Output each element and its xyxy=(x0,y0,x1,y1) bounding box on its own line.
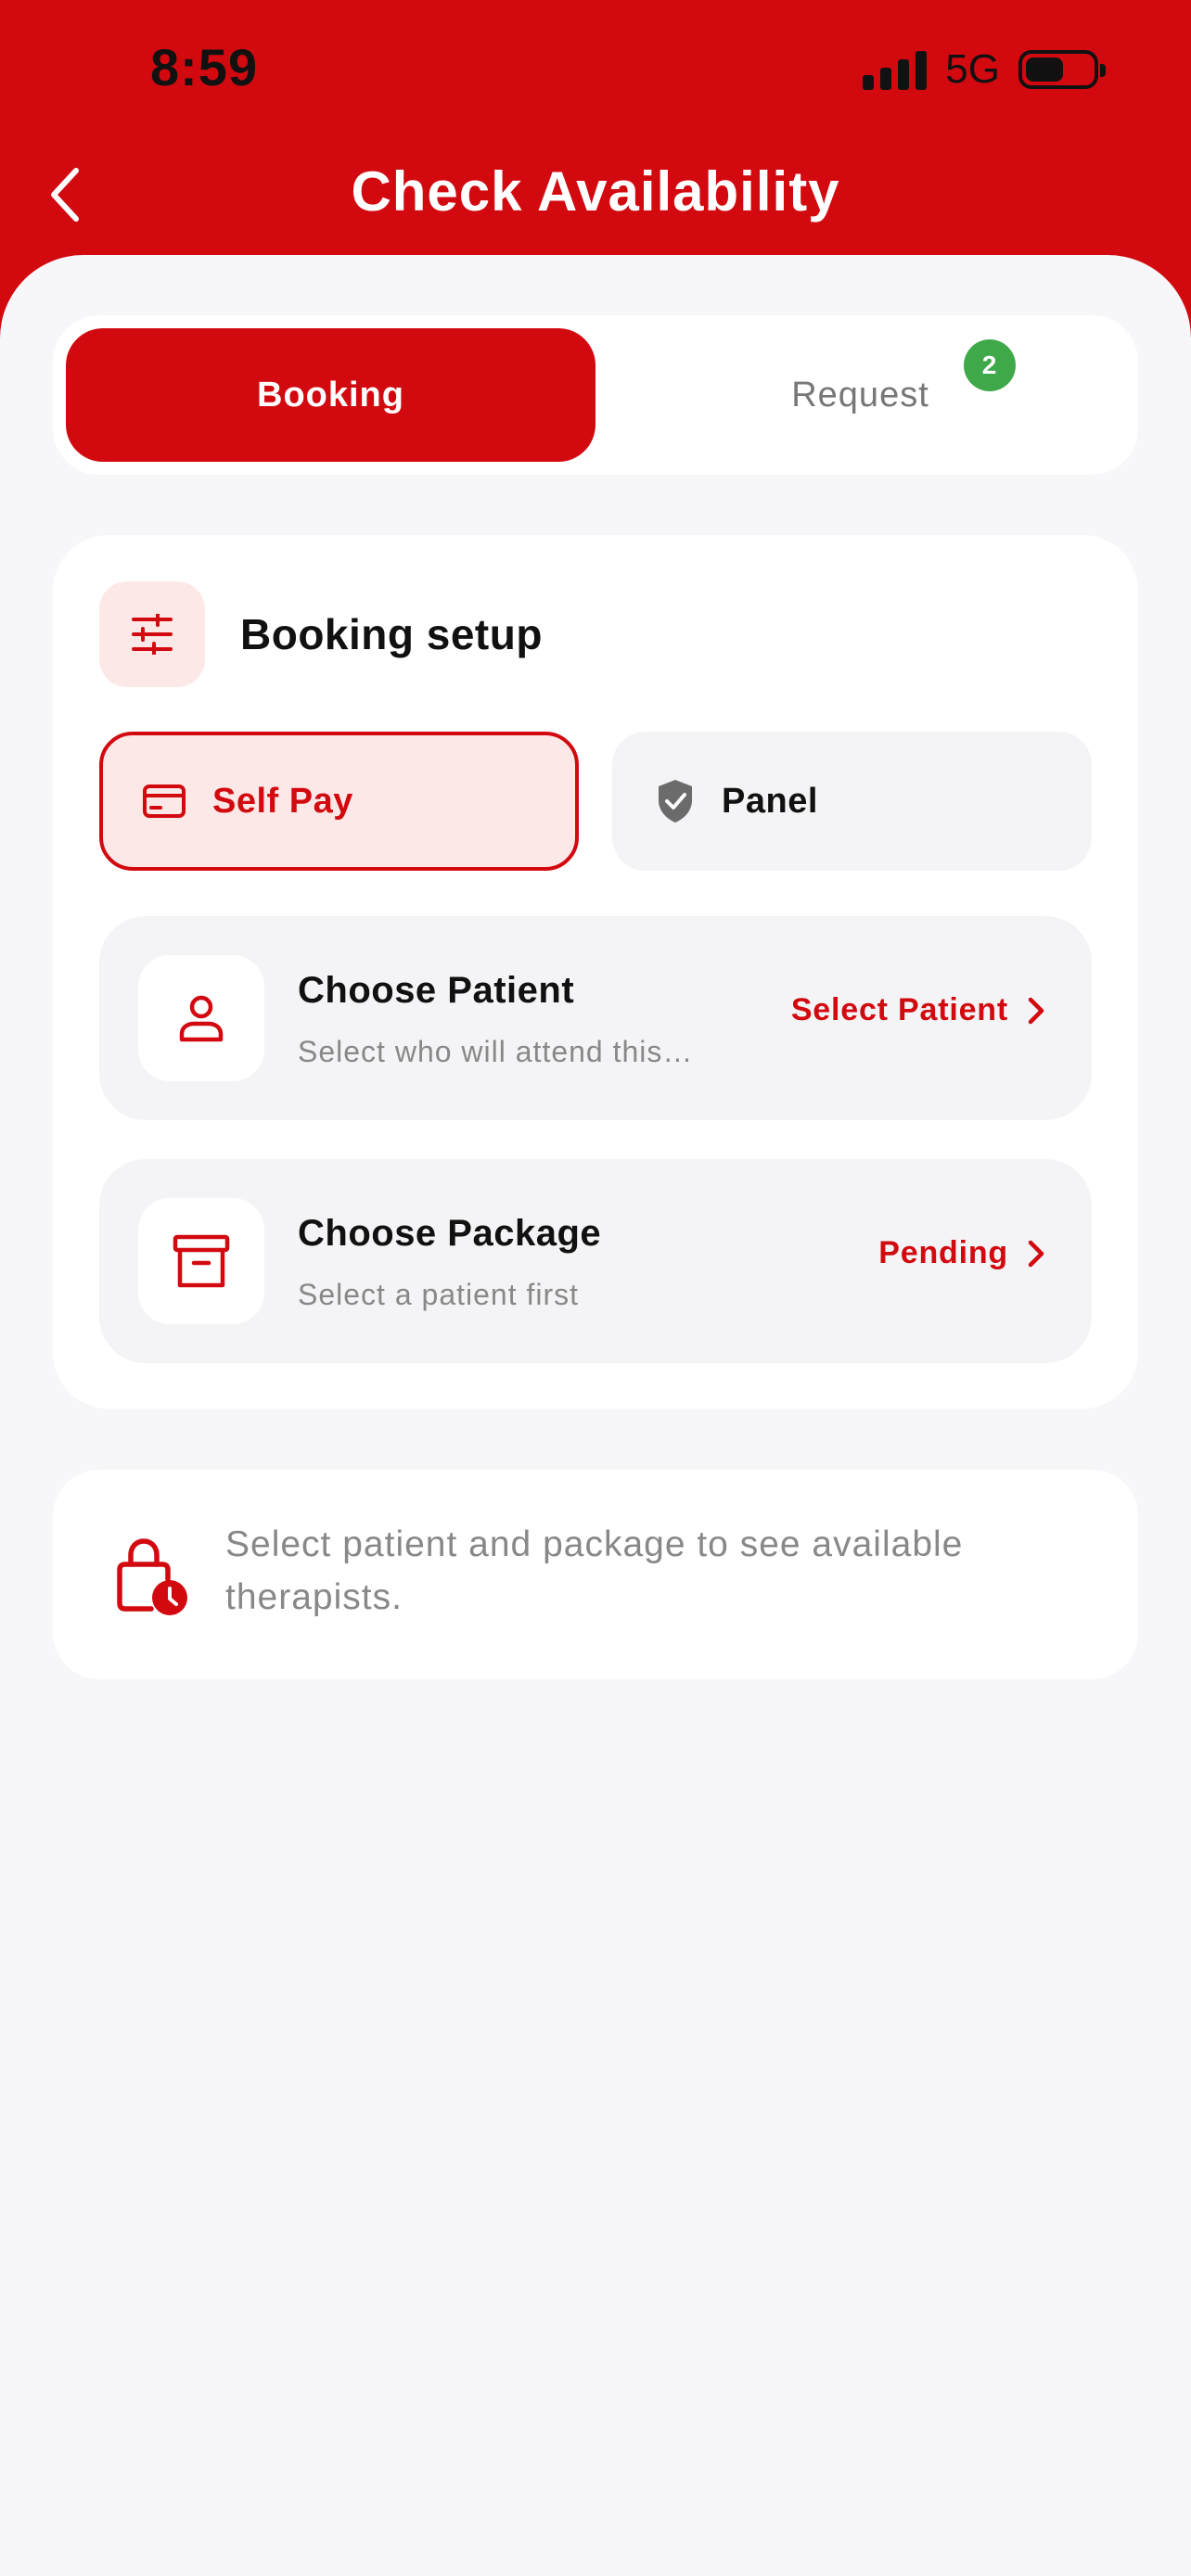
page-title: Check Availability xyxy=(351,160,840,223)
choose-patient-subtitle: Select who will attend this… xyxy=(298,1035,694,1068)
lock-clock-icon xyxy=(117,1538,187,1615)
choose-package-subtitle: Select a patient first xyxy=(298,1278,580,1311)
select-patient-link[interactable]: Select Patient xyxy=(791,992,1045,1028)
panel-label: Panel xyxy=(722,781,818,821)
network-label: 5G xyxy=(945,46,1000,92)
app-screen: 8:59 5G Check Availability Booking Reque… xyxy=(0,0,1191,2576)
credit-card-icon xyxy=(143,784,186,818)
booking-setup-card: Booking setup Self Pay Panel Choose Pati… xyxy=(53,535,1138,1409)
package-status-label: Pending xyxy=(878,1235,1008,1270)
tab-booking-label: Booking xyxy=(257,375,404,414)
tab-request[interactable]: Request 2 xyxy=(596,328,1125,462)
self-pay-label: Self Pay xyxy=(212,781,353,821)
self-pay-option[interactable]: Self Pay xyxy=(99,732,579,871)
panel-option[interactable]: Panel xyxy=(612,732,1092,871)
signal-icon xyxy=(863,49,928,90)
status-indicators: 5G xyxy=(863,46,1106,93)
request-count-badge: 2 xyxy=(964,339,1016,391)
choose-package-title: Choose Package xyxy=(298,1213,602,1254)
sliders-icon xyxy=(99,581,205,687)
info-card: Select patient and package to see availa… xyxy=(53,1470,1138,1679)
chevron-right-icon xyxy=(1027,1239,1045,1269)
choose-patient-title: Choose Patient xyxy=(298,970,575,1011)
package-status-link[interactable]: Pending xyxy=(878,1235,1045,1271)
chevron-right-icon xyxy=(1027,996,1045,1026)
battery-icon xyxy=(1018,50,1106,89)
status-time: 8:59 xyxy=(150,38,259,96)
info-message: Select patient and package to see availa… xyxy=(225,1524,964,1617)
select-patient-label: Select Patient xyxy=(790,992,1008,1027)
status-bar: 8:59 5G xyxy=(0,0,1191,139)
content-sheet: Booking Request 2 Booking setup Self Pay… xyxy=(0,255,1191,2576)
booking-setup-title: Booking setup xyxy=(240,610,543,658)
segmented-tabs: Booking Request 2 xyxy=(53,315,1138,475)
shield-check-icon xyxy=(659,780,692,823)
choose-package-row[interactable]: Choose Package Select a patient first Pe… xyxy=(99,1159,1092,1363)
booking-setup-header: Booking setup xyxy=(99,581,543,687)
tab-request-label: Request xyxy=(791,375,929,414)
nav-header: Check Availability xyxy=(0,139,1191,250)
user-icon xyxy=(138,955,264,1081)
payment-options: Self Pay Panel xyxy=(99,732,1092,871)
tab-booking[interactable]: Booking xyxy=(66,328,596,462)
choose-patient-row[interactable]: Choose Patient Select who will attend th… xyxy=(99,916,1092,1120)
archive-box-icon xyxy=(138,1198,264,1324)
